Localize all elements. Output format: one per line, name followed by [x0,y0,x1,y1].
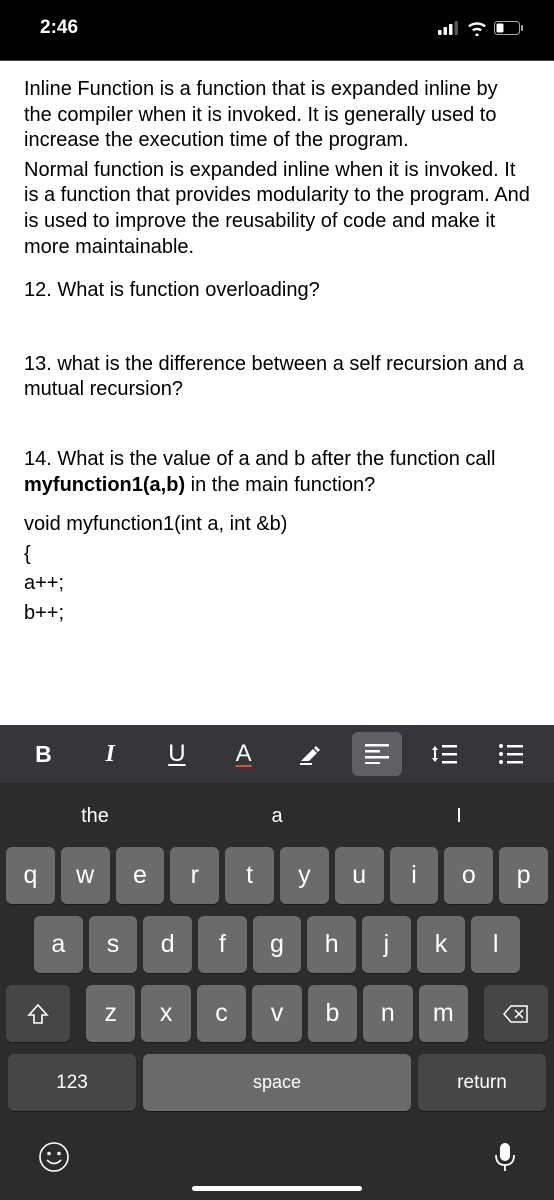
key-row-3: z x c v b n m [6,985,548,1042]
bold-button[interactable]: B [18,732,68,776]
key-f[interactable]: f [198,916,247,973]
document-content[interactable]: Inline Function is a function that is ex… [0,60,554,725]
code-block: void myfunction1(int a, int &b) { a++; b… [24,512,530,626]
italic-button[interactable]: I [85,732,135,776]
key-e[interactable]: e [116,847,165,904]
key-row-4: 123 space return [6,1054,548,1111]
list-button[interactable] [486,732,536,776]
q14-text-a: 14. What is the value of a and b after t… [24,448,495,470]
home-indicator[interactable] [192,1186,362,1191]
key-l[interactable]: l [471,916,520,973]
key-d[interactable]: d [143,916,192,973]
suggestion-3[interactable]: I [368,805,550,828]
keyboard: the a I q w e r t y u i o p a s d f g h … [0,783,554,1200]
shift-key[interactable] [6,985,70,1042]
key-t[interactable]: t [225,847,274,904]
align-left-button[interactable] [352,732,402,776]
suggestion-bar: the a I [4,789,550,843]
key-a[interactable]: a [34,916,83,973]
key-o[interactable]: o [444,847,493,904]
key-s[interactable]: s [89,916,138,973]
key-n[interactable]: n [363,985,412,1042]
key-u[interactable]: u [335,847,384,904]
question-14: 14. What is the value of a and b after t… [24,447,530,498]
key-b[interactable]: b [308,985,357,1042]
key-k[interactable]: k [417,916,466,973]
key-m[interactable]: m [419,985,468,1042]
key-g[interactable]: g [253,916,302,973]
emoji-button[interactable] [38,1141,70,1173]
key-j[interactable]: j [362,916,411,973]
key-z[interactable]: z [86,985,135,1042]
code-line: a++; [24,571,530,597]
space-key[interactable]: space [143,1054,411,1111]
backspace-key[interactable] [484,985,548,1042]
q14-fn-name: myfunction1(a,b) [24,474,185,496]
key-w[interactable]: w [61,847,110,904]
numeric-key[interactable]: 123 [8,1054,136,1111]
key-v[interactable]: v [252,985,301,1042]
text-color-button[interactable]: A [219,732,269,776]
line-spacing-button[interactable] [419,732,469,776]
wifi-icon [466,20,488,36]
question-12: 12. What is function overloading? [24,278,530,304]
code-line: { [24,542,530,568]
paragraph-normal-fn: Normal function is expanded inline when … [24,158,530,260]
key-y[interactable]: y [280,847,329,904]
key-x[interactable]: x [141,985,190,1042]
paragraph-inline-fn: Inline Function is a function that is ex… [24,77,530,154]
keyboard-footer [4,1115,550,1195]
key-q[interactable]: q [6,847,55,904]
suggestion-1[interactable]: the [4,805,186,828]
key-row-2: a s d f g h j k l [6,916,548,973]
suggestion-2[interactable]: a [186,805,368,828]
mic-button[interactable] [494,1141,516,1173]
status-icons [438,20,524,36]
return-key[interactable]: return [418,1054,546,1111]
code-line: b++; [24,601,530,627]
battery-icon [494,21,524,35]
key-h[interactable]: h [307,916,356,973]
key-i[interactable]: i [390,847,439,904]
format-toolbar: B I U A [0,725,554,783]
code-line: void myfunction1(int a, int &b) [24,512,530,538]
cellular-icon [438,21,460,35]
question-13: 13. what is the difference between a sel… [24,352,530,403]
key-row-1: q w e r t y u i o p [6,847,548,904]
status-time: 2:46 [40,17,78,39]
highlight-button[interactable] [285,732,335,776]
key-p[interactable]: p [499,847,548,904]
q14-text-c: in the main function? [185,474,375,496]
key-c[interactable]: c [197,985,246,1042]
underline-button[interactable]: U [152,732,202,776]
key-r[interactable]: r [170,847,219,904]
status-bar: 2:46 [0,0,554,60]
